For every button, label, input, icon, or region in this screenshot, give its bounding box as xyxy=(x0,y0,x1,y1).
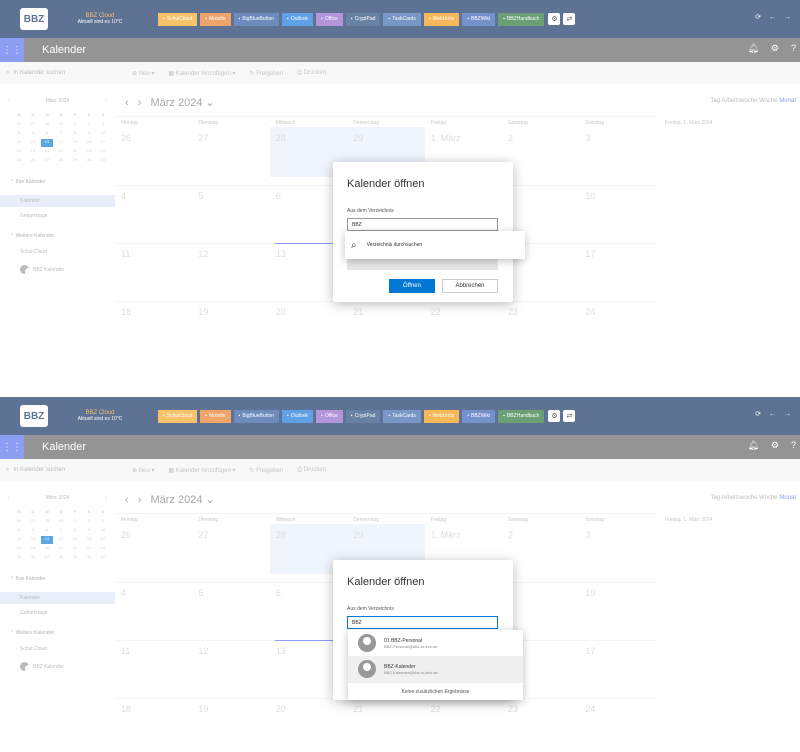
directory-search-suggestion[interactable]: ⌕ Verzeichnis durchsuchen xyxy=(345,231,525,259)
search-icon: ⌕ xyxy=(351,239,357,251)
cancel-button[interactable]: Abbrechen xyxy=(442,279,498,293)
directory-results: 01 BBZ-Personal BBZ-Personal@bbz-rd-eck.d… xyxy=(348,630,523,700)
result-text: 01 BBZ-Personal BBZ-Personal@bbz-rd-eck.d… xyxy=(384,638,437,649)
result-item[interactable]: BBZ-Kalender BBZ-Kalender@bbz-rd-eck.de xyxy=(348,656,523,682)
dialog-title: Kalender öffnen xyxy=(347,576,425,588)
no-more-results: Keine zusätzlichen Ergebnisse xyxy=(348,682,523,700)
dialog-title: Kalender öffnen xyxy=(347,178,425,190)
person-avatar-icon xyxy=(358,660,376,678)
directory-label: Aus dem Verzeichnis xyxy=(347,208,394,214)
open-button[interactable]: Öffnen xyxy=(389,279,435,293)
directory-input[interactable]: BBZ xyxy=(347,218,498,231)
result-text: BBZ-Kalender BBZ-Kalender@bbz-rd-eck.de xyxy=(384,664,438,675)
person-avatar-icon xyxy=(358,634,376,652)
suggestion-placeholder xyxy=(347,258,498,270)
screenshot-1: BBZ BBZ Cloud Aktuell sind es 10°C ▪ Schu… xyxy=(0,0,800,355)
result-email: BBZ-Kalender@bbz-rd-eck.de xyxy=(384,669,438,675)
result-email: BBZ-Personal@bbz-rd-eck.de xyxy=(384,643,438,649)
directory-label: Aus dem Verzeichnis xyxy=(347,606,394,612)
result-item[interactable]: 01 BBZ-Personal BBZ-Personal@bbz-rd-eck.d… xyxy=(348,630,523,656)
screenshot-2: BBZ BBZ Cloud Aktuell sind es 10°C ▪ Schu… xyxy=(0,397,800,752)
directory-input[interactable]: BBZ xyxy=(347,616,498,629)
suggestion-label: Verzeichnis durchsuchen xyxy=(366,242,423,248)
